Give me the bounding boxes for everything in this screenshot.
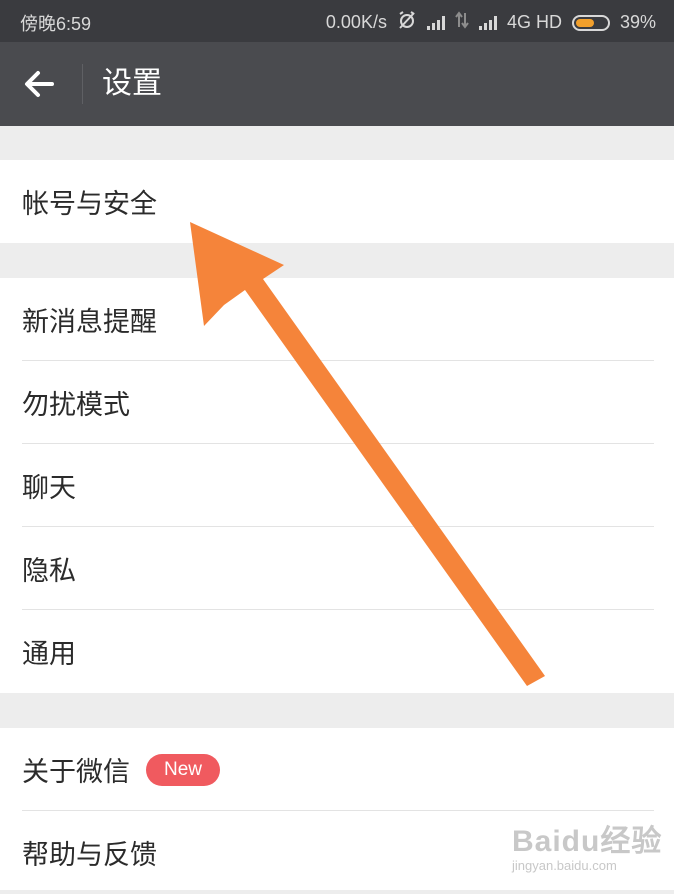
- settings-item-label: 帐号与安全: [22, 189, 157, 220]
- settings-item-privacy[interactable]: 隐私: [0, 527, 674, 610]
- app-bar: 设置: [0, 42, 674, 126]
- network-speed: 0.00K/s: [325, 12, 387, 32]
- settings-item-do-not-disturb[interactable]: 勿扰模式: [0, 361, 674, 444]
- back-button[interactable]: [18, 64, 62, 104]
- signal-icon: [426, 15, 445, 30]
- alarm-off-icon: [397, 10, 417, 35]
- settings-item-label: 关于微信: [22, 757, 130, 788]
- back-arrow-icon: [25, 71, 54, 97]
- status-bar: 傍晚6:59 0.00K/s 4G HD 39%: [0, 0, 674, 42]
- network-type: 4G HD: [506, 12, 562, 32]
- settings-item-about-wechat[interactable]: 关于微信 New: [0, 728, 674, 811]
- baidu-watermark: Baidu经验 jingyan.baidu.com: [512, 816, 662, 873]
- data-arrows-icon: [455, 11, 469, 34]
- app-bar-divider: [82, 64, 83, 104]
- battery-percent: 39%: [619, 12, 656, 32]
- signal-icon: [478, 15, 497, 30]
- settings-item-label: 通用: [22, 639, 76, 670]
- settings-item-label: 新消息提醒: [22, 307, 157, 338]
- battery-icon: [571, 14, 610, 31]
- status-time: 傍晚6:59: [20, 14, 92, 34]
- settings-item-notifications[interactable]: 新消息提醒: [0, 278, 674, 361]
- settings-item-label: 隐私: [22, 556, 76, 587]
- settings-item-chat[interactable]: 聊天: [0, 444, 674, 527]
- settings-item-general[interactable]: 通用: [0, 610, 674, 693]
- settings-item-account-security[interactable]: 帐号与安全: [0, 160, 674, 243]
- new-badge: New: [146, 753, 221, 786]
- settings-section-account: 帐号与安全: [0, 160, 674, 243]
- settings-item-label: 帮助与反馈: [22, 840, 157, 871]
- page-title: 设置: [102, 66, 162, 101]
- watermark-logo: Baidu经验: [512, 825, 663, 858]
- status-indicators: 0.00K/s 4G HD 39%: [326, 10, 656, 35]
- watermark-url: jingyan.baidu.com: [512, 858, 617, 873]
- settings-item-label: 聊天: [22, 473, 76, 504]
- settings-item-label: 勿扰模式: [22, 390, 130, 421]
- settings-section-general: 新消息提醒 勿扰模式 聊天 隐私 通用: [0, 278, 674, 693]
